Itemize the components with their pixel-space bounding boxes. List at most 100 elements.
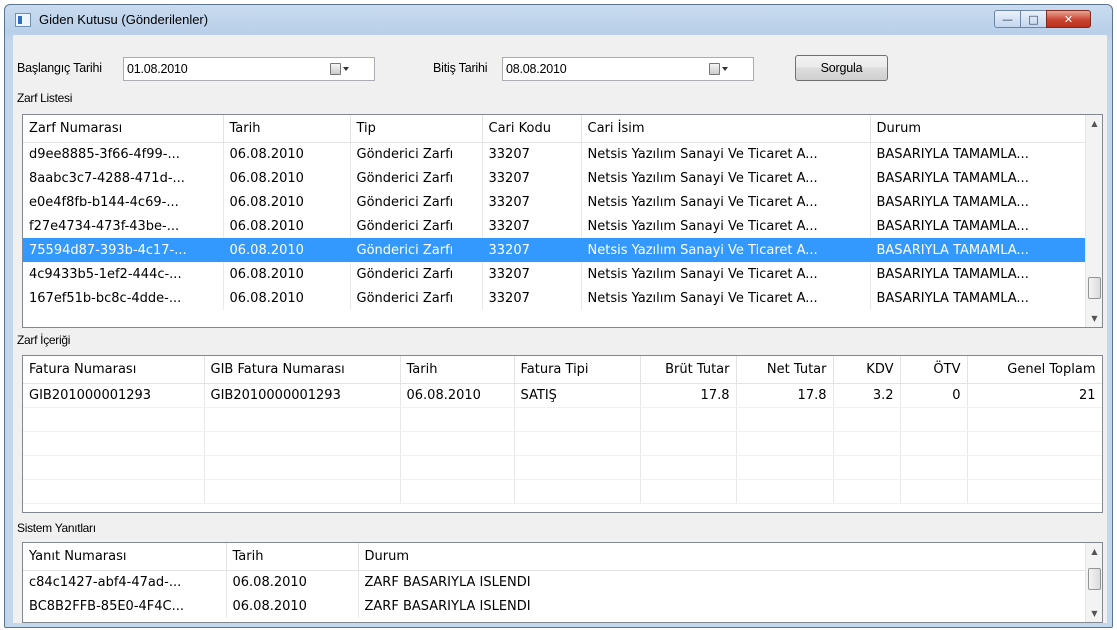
table-cell <box>23 431 205 456</box>
table-cell: 8aabc3c7-4288-471d-... <box>23 166 224 190</box>
table-cell <box>640 407 737 432</box>
chevron-down-icon <box>343 67 349 71</box>
table-cell: Netsis Yazılım Sanayi Ve Ticaret A... <box>581 214 871 238</box>
table-cell: 06.08.2010 <box>223 214 351 238</box>
column-header[interactable]: Yanıt Numarası <box>23 543 227 571</box>
maximize-icon: □ <box>1028 12 1039 26</box>
envelope-list-grid[interactable]: Zarf Numarası Tarih Tip Cari Kodu Cari İsim D… <box>22 114 1103 328</box>
close-button[interactable]: ✕ <box>1046 10 1091 28</box>
table-row[interactable]: 75594d87-393b-4c17-... 06.08.2010 Gönderic… <box>23 238 1088 262</box>
table-cell: BASARIYLA TAMAMLA... <box>870 142 1088 166</box>
scroll-down-icon[interactable]: ▼ <box>1086 310 1102 327</box>
envelope-list-label: Zarf Listesi <box>17 91 75 105</box>
chevron-down-icon <box>722 67 728 71</box>
main-window: Giden Kutusu (Gönderilenler) — □ ✕ Başla… <box>4 4 1113 628</box>
maximize-button[interactable]: □ <box>1020 10 1047 28</box>
table-cell <box>514 455 641 480</box>
table-cell <box>204 431 401 456</box>
table-cell <box>204 479 401 504</box>
end-date-picker[interactable]: 08.08.2010 <box>502 57 754 81</box>
end-calendar-dropdown[interactable] <box>709 62 733 76</box>
table-cell: 17.8 <box>640 383 737 408</box>
table-row[interactable]: BC8B2FFB-85E0-4F4C... 06.08.2010 ZARF BASA… <box>23 594 1088 618</box>
column-header[interactable]: Cari Kodu <box>482 115 582 143</box>
query-button[interactable]: Sorgula <box>795 55 888 81</box>
column-header[interactable]: Durum <box>358 543 1088 571</box>
client-area: Başlangıç Tarihi 01.08.2010 Bitiş Tarihi… <box>13 35 1107 623</box>
table-cell: e0e4f8fb-b144-4c69-... <box>23 190 224 214</box>
table-cell: Gönderici Zarfı <box>350 286 483 310</box>
table-row[interactable]: GIB201000001293 GIB2010000001293 06.08.201… <box>23 383 1102 408</box>
table-cell <box>736 479 834 504</box>
table-cell: Netsis Yazılım Sanayi Ve Ticaret A... <box>581 142 871 166</box>
table-cell: BC8B2FFB-85E0-4F4C... <box>23 594 227 618</box>
end-date-label: Bitiş Tarihi <box>433 61 488 75</box>
table-row[interactable]: e0e4f8fb-b144-4c69-... 06.08.2010 Gönderic… <box>23 190 1088 214</box>
column-header[interactable]: Net Tutar <box>736 356 834 384</box>
table-row[interactable]: f27e4734-473f-43be-... 06.08.2010 Gönderic… <box>23 214 1088 238</box>
empty-row <box>23 431 1102 456</box>
column-header[interactable]: ÖTV <box>900 356 968 384</box>
column-header[interactable]: GIB Fatura Numarası <box>204 356 401 384</box>
table-cell <box>736 431 834 456</box>
table-row[interactable]: 167ef51b-bc8c-4dde-... 06.08.2010 Gönderic… <box>23 286 1088 310</box>
column-header[interactable]: Durum <box>870 115 1088 143</box>
start-date-label: Başlangıç Tarihi <box>17 61 102 75</box>
start-date-picker[interactable]: 01.08.2010 <box>123 57 375 81</box>
app-icon <box>15 13 31 27</box>
table-cell: 33207 <box>482 262 582 286</box>
minimize-icon: — <box>1002 12 1013 26</box>
system-responses-grid[interactable]: Yanıt Numarası Tarih Durum c84c1427-abf4-4… <box>22 542 1103 623</box>
table-cell <box>833 479 901 504</box>
column-header[interactable]: Fatura Numarası <box>23 356 205 384</box>
column-header[interactable]: KDV <box>833 356 901 384</box>
empty-row <box>23 479 1102 504</box>
column-header[interactable]: Tarih <box>226 543 359 571</box>
table-cell <box>967 431 1102 456</box>
table-cell: 06.08.2010 <box>223 238 351 262</box>
system-responses-label: Sistem Yanıtları <box>17 521 98 535</box>
table-cell: 33207 <box>482 214 582 238</box>
column-header[interactable]: Tarih <box>223 115 351 143</box>
table-cell: 06.08.2010 <box>223 286 351 310</box>
envelope-contents-grid[interactable]: Fatura Numarası GIB Fatura Numarası Tarih F… <box>22 355 1103 513</box>
end-date-value: 08.08.2010 <box>506 62 567 76</box>
scroll-down-icon[interactable]: ▼ <box>1086 605 1102 622</box>
column-header[interactable]: Genel Toplam <box>967 356 1102 384</box>
table-row[interactable]: c84c1427-abf4-47ad-... 06.08.2010 ZARF BAS… <box>23 570 1088 594</box>
table-cell: Gönderici Zarfı <box>350 190 483 214</box>
table-cell: d9ee8885-3f66-4f99-... <box>23 142 224 166</box>
minimize-button[interactable]: — <box>994 10 1021 28</box>
table-cell: 4c9433b5-1ef2-444c-... <box>23 262 224 286</box>
title-bar[interactable]: Giden Kutusu (Gönderilenler) — □ ✕ <box>5 5 1112 35</box>
table-cell: BASARIYLA TAMAMLA... <box>870 286 1088 310</box>
envelope-scrollbar[interactable]: ▲ ▼ <box>1085 115 1102 327</box>
column-header[interactable]: Cari İsim <box>581 115 871 143</box>
column-header[interactable]: Zarf Numarası <box>23 115 224 143</box>
scroll-up-icon[interactable]: ▲ <box>1086 543 1102 560</box>
table-cell <box>967 455 1102 480</box>
table-cell: 06.08.2010 <box>226 594 359 618</box>
table-row[interactable]: d9ee8885-3f66-4f99-... 06.08.2010 Gönderic… <box>23 142 1088 166</box>
table-cell <box>900 455 968 480</box>
table-cell: 06.08.2010 <box>226 570 359 594</box>
table-cell <box>400 455 515 480</box>
responses-scrollbar[interactable]: ▲ ▼ <box>1085 543 1102 622</box>
table-cell <box>23 479 205 504</box>
table-row[interactable]: 4c9433b5-1ef2-444c-... 06.08.2010 Gönderic… <box>23 262 1088 286</box>
column-header[interactable]: Brüt Tutar <box>640 356 737 384</box>
responses-header-row: Yanıt Numarası Tarih Durum <box>23 543 1088 571</box>
table-row[interactable]: 8aabc3c7-4288-471d-... 06.08.2010 Gönderic… <box>23 166 1088 190</box>
table-cell: BASARIYLA TAMAMLA... <box>870 262 1088 286</box>
column-header[interactable]: Tarih <box>400 356 515 384</box>
start-calendar-dropdown[interactable] <box>330 62 354 76</box>
scroll-thumb[interactable] <box>1088 568 1101 590</box>
table-cell <box>736 407 834 432</box>
close-icon: ✕ <box>1063 12 1074 26</box>
scroll-thumb[interactable] <box>1088 277 1101 299</box>
scroll-up-icon[interactable]: ▲ <box>1086 115 1102 132</box>
table-cell: GIB2010000001293 <box>204 383 401 408</box>
column-header[interactable]: Tip <box>350 115 483 143</box>
contents-header-row: Fatura Numarası GIB Fatura Numarası Tarih F… <box>23 356 1102 384</box>
column-header[interactable]: Fatura Tipi <box>514 356 641 384</box>
